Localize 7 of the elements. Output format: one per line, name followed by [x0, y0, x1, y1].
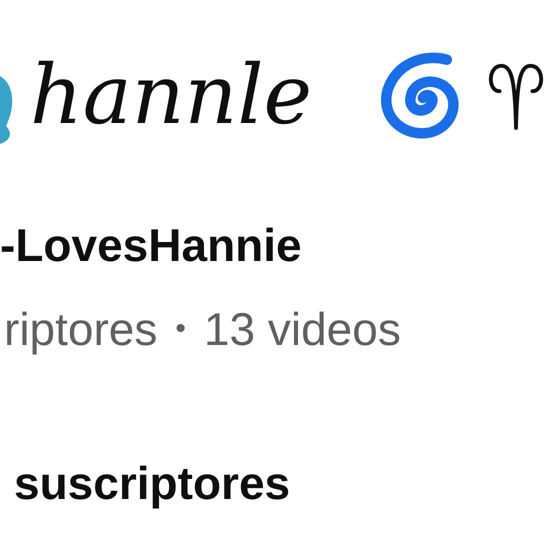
subscriber-count: riptores	[4, 306, 158, 352]
separator-dot: •	[175, 314, 186, 344]
channel-handle: -LovesHannie	[0, 222, 303, 268]
channel-name: hannle	[30, 55, 314, 137]
section-title: suscriptores	[14, 460, 292, 506]
video-count: 13 videos	[204, 306, 401, 352]
aries-icon	[486, 62, 546, 130]
